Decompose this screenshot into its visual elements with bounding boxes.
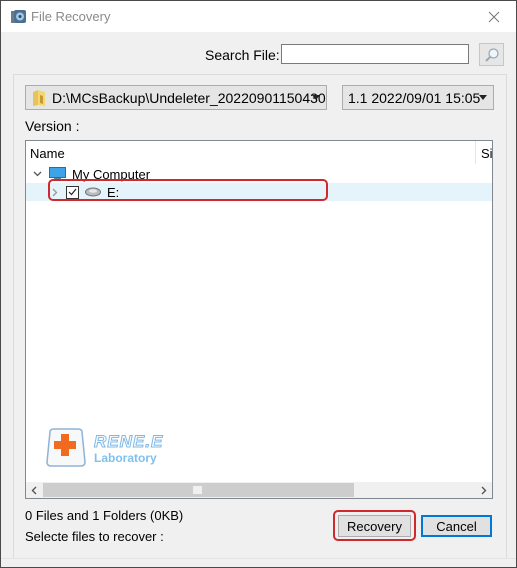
title-bar: File Recovery	[1, 1, 516, 32]
scrollbar-thumb[interactable]	[43, 483, 354, 497]
selection-summary: 0 Files and 1 Folders (0KB)	[25, 508, 184, 523]
chevron-down-icon	[33, 171, 41, 177]
version-dropdown[interactable]: 1.1 2022/09/01 15:05	[342, 85, 494, 110]
watermark-subtitle: Laboratory	[94, 451, 157, 465]
horizontal-scrollbar[interactable]	[26, 482, 492, 498]
expand-toggle[interactable]	[48, 185, 62, 199]
scrollbar-grip	[193, 486, 202, 494]
dropdown-arrow-icon	[312, 95, 320, 100]
file-tree[interactable]: Name Si My Computer E: RENE.E Laboratory	[25, 140, 493, 499]
chevron-right-icon	[52, 188, 58, 196]
recovery-button[interactable]: Recovery	[338, 515, 411, 537]
folder-icon	[33, 89, 45, 106]
cancel-button[interactable]: Cancel	[421, 515, 492, 537]
search-file-label: Search File:	[205, 47, 280, 63]
computer-icon	[49, 167, 66, 180]
tree-node-my-computer[interactable]: My Computer	[26, 165, 492, 183]
backup-path-value: D:\MCsBackup\Undeleter_20220901150430	[52, 89, 326, 106]
tree-node-label: E:	[107, 184, 120, 200]
dropdown-arrow-icon	[479, 95, 487, 100]
close-button[interactable]	[472, 1, 516, 32]
window-title: File Recovery	[31, 9, 111, 24]
tree-header: Name Si	[26, 141, 492, 165]
backup-path-dropdown[interactable]: D:\MCsBackup\Undeleter_20220901150430	[25, 85, 327, 110]
column-divider[interactable]	[475, 141, 476, 164]
tree-node-label: My Computer	[72, 166, 151, 182]
checkmark-icon	[68, 188, 77, 196]
search-button[interactable]	[479, 43, 504, 66]
magnifier-icon	[484, 47, 499, 62]
expand-toggle[interactable]	[30, 167, 44, 181]
column-header-name[interactable]: Name	[30, 146, 65, 161]
rene-e-logo-icon	[46, 428, 86, 467]
version-value: 1.1 2022/09/01 15:05	[348, 89, 481, 106]
drive-e-checkbox[interactable]	[66, 185, 79, 199]
rene-e-watermark: RENE.E Laboratory	[44, 428, 184, 473]
tree-node-drive-e[interactable]: E:	[26, 183, 492, 201]
app-disk-icon	[11, 10, 26, 23]
version-label: Version :	[25, 118, 80, 134]
chevron-left-icon	[31, 486, 37, 494]
select-files-prompt: Selecte files to recover :	[25, 529, 164, 544]
chevron-right-icon	[481, 486, 487, 494]
watermark-brand: RENE.E	[93, 432, 164, 452]
file-recovery-window: File Recovery Search File: D:\MCsBackup\…	[0, 0, 517, 568]
scroll-left-button[interactable]	[26, 482, 42, 498]
scroll-right-button[interactable]	[476, 482, 492, 498]
column-header-size[interactable]: Si	[481, 146, 492, 161]
divider	[1, 558, 516, 559]
drive-icon	[85, 187, 101, 197]
close-icon	[488, 11, 500, 22]
search-file-input[interactable]	[281, 44, 469, 64]
